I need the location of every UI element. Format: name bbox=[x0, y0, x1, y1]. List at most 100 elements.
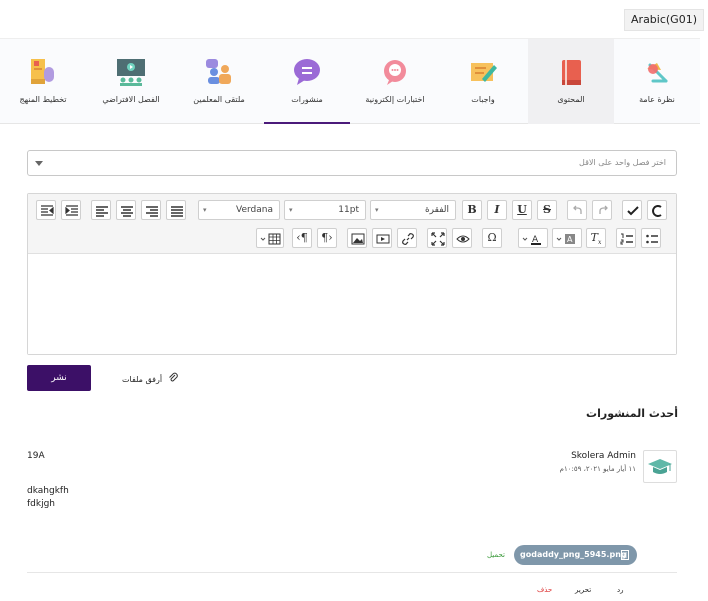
paragraph-rtl-button[interactable]: ‹¶ bbox=[292, 228, 312, 248]
image-icon bbox=[351, 233, 365, 245]
clear-formatting-icon: Tx bbox=[590, 231, 602, 247]
clear-format-icon bbox=[652, 205, 662, 217]
divider bbox=[27, 572, 677, 573]
teachers-icon bbox=[206, 59, 231, 84]
fullscreen-button[interactable] bbox=[427, 228, 447, 248]
undo-icon bbox=[573, 205, 582, 214]
clear-formatting-button[interactable]: Tx bbox=[586, 228, 606, 248]
course-tabs: نظرة عامة المحتوى واجبات اختبارات إلكترو bbox=[0, 38, 700, 124]
post-body-line: dkahgkfh bbox=[27, 486, 69, 496]
tab-teachers-forum[interactable]: ملتقى المعلمين bbox=[176, 39, 262, 124]
align-right-button[interactable] bbox=[141, 200, 161, 220]
posts-icon bbox=[294, 59, 320, 85]
tab-teachers-forum-label: ملتقى المعلمين bbox=[193, 95, 245, 104]
bullet-list-icon bbox=[646, 234, 658, 244]
tab-content[interactable]: المحتوى bbox=[528, 39, 614, 124]
bold-button[interactable]: B bbox=[462, 200, 482, 220]
bullet-list-button[interactable] bbox=[641, 228, 661, 248]
rich-text-editor: S U I B ▾ الفقرة ▾ 11pt ▾ Verdana Tx A A… bbox=[27, 193, 677, 355]
indent-icon bbox=[65, 205, 78, 216]
tab-quizzes[interactable]: اختبارات إلكترونية bbox=[352, 39, 438, 124]
link-button[interactable] bbox=[397, 228, 417, 248]
class-select-input[interactable]: اختر فصل واحد على الاقل bbox=[27, 150, 677, 176]
paragraph-rtl-icon: ‹¶ bbox=[296, 231, 308, 244]
top-strip: Arabic(G01) bbox=[0, 0, 708, 38]
special-character-button[interactable]: Ω bbox=[482, 228, 502, 248]
class-selector[interactable]: Arabic(G01) bbox=[624, 9, 704, 31]
chevron-down-icon: ▾ bbox=[375, 206, 379, 214]
eye-icon bbox=[456, 235, 470, 243]
tab-posts[interactable]: منشورات bbox=[264, 39, 350, 124]
link-icon bbox=[402, 233, 414, 245]
align-justify-button[interactable] bbox=[166, 200, 186, 220]
table-button[interactable] bbox=[256, 228, 284, 248]
preview-button[interactable] bbox=[452, 228, 472, 248]
edit-button[interactable]: تحرير bbox=[575, 586, 591, 594]
text-color-icon: A bbox=[522, 235, 541, 245]
chevron-down-icon: ▾ bbox=[203, 206, 207, 214]
paragraph-format-dropdown[interactable]: ▾ الفقرة bbox=[370, 200, 456, 220]
class-select-placeholder: اختر فصل واحد على الاقل bbox=[579, 158, 666, 167]
fullscreen-icon bbox=[431, 232, 445, 246]
background-color-button[interactable]: A bbox=[552, 228, 582, 248]
paragraph-ltr-button[interactable]: ¶› bbox=[317, 228, 337, 248]
media-button[interactable] bbox=[372, 228, 392, 248]
chevron-down-icon bbox=[35, 161, 43, 166]
post-body-line: fdkjgh bbox=[27, 499, 56, 509]
tab-virtual-class-label: الفصل الافتراضي bbox=[102, 95, 160, 104]
tab-posts-label: منشورات bbox=[291, 95, 323, 104]
outdent-icon bbox=[41, 205, 54, 216]
paperclip-icon bbox=[168, 372, 178, 384]
indent-button[interactable] bbox=[61, 200, 81, 220]
text-color-button[interactable]: A bbox=[518, 228, 548, 248]
tab-assignments[interactable]: واجبات bbox=[440, 39, 526, 124]
assignment-icon bbox=[471, 63, 497, 82]
undo-button[interactable] bbox=[567, 200, 587, 220]
delete-button[interactable]: حذف bbox=[537, 586, 552, 594]
reply-button[interactable]: رد bbox=[617, 586, 624, 594]
strikethrough-icon: S bbox=[543, 203, 551, 216]
book-icon bbox=[562, 60, 581, 85]
attach-files-label: أرفق ملفات bbox=[122, 375, 163, 384]
chevron-down-icon: ▾ bbox=[289, 206, 293, 214]
align-center-icon bbox=[121, 206, 133, 217]
omega-icon: Ω bbox=[487, 231, 497, 244]
italic-icon: I bbox=[494, 203, 500, 216]
tab-virtual-class[interactable]: الفصل الافتراضي bbox=[88, 39, 174, 124]
numbered-list-button[interactable] bbox=[616, 228, 636, 248]
download-link[interactable]: تحميل bbox=[487, 551, 505, 559]
italic-button[interactable]: I bbox=[487, 200, 507, 220]
font-family-value: Verdana bbox=[236, 205, 273, 215]
font-size-dropdown[interactable]: ▾ 11pt bbox=[284, 200, 366, 220]
outdent-button[interactable] bbox=[36, 200, 56, 220]
align-center-button[interactable] bbox=[116, 200, 136, 220]
post-author: Skolera Admin bbox=[571, 451, 636, 461]
font-family-dropdown[interactable]: ▾ Verdana bbox=[198, 200, 280, 220]
underline-button[interactable]: U bbox=[512, 200, 532, 220]
attachment-chip[interactable]: godaddy_png_5945.png bbox=[514, 545, 637, 565]
latest-posts-heading: أحدث المنشورات bbox=[586, 407, 678, 420]
align-left-button[interactable] bbox=[91, 200, 111, 220]
align-right-icon bbox=[146, 206, 158, 217]
attach-files-link[interactable]: أرفق ملفات bbox=[122, 372, 178, 384]
tab-curriculum-planning[interactable]: تخطيط المنهج bbox=[0, 39, 86, 124]
table-icon bbox=[260, 233, 281, 245]
editor-content-area[interactable] bbox=[28, 255, 676, 354]
tab-overview[interactable]: نظرة عامة bbox=[614, 39, 700, 124]
tab-curriculum-planning-label: تخطيط المنهج bbox=[19, 95, 67, 104]
underline-icon: U bbox=[517, 203, 527, 216]
clear-format-button[interactable] bbox=[647, 200, 667, 220]
image-button[interactable] bbox=[347, 228, 367, 248]
publish-button[interactable]: نشر bbox=[27, 365, 91, 391]
quiz-icon bbox=[384, 60, 406, 85]
svg-text:A: A bbox=[567, 235, 573, 244]
background-color-icon: A bbox=[556, 234, 575, 244]
font-size-value: 11pt bbox=[338, 205, 359, 215]
align-left-icon bbox=[96, 206, 108, 217]
strikethrough-button[interactable]: S bbox=[537, 200, 557, 220]
tab-assignments-label: واجبات bbox=[471, 95, 495, 104]
check-button[interactable] bbox=[622, 200, 642, 220]
redo-button[interactable] bbox=[592, 200, 612, 220]
graduation-cap-icon bbox=[648, 459, 672, 474]
post-date: ١١ أيار مايو ٢٠٢١، ١٠:٥٩م bbox=[559, 465, 636, 473]
